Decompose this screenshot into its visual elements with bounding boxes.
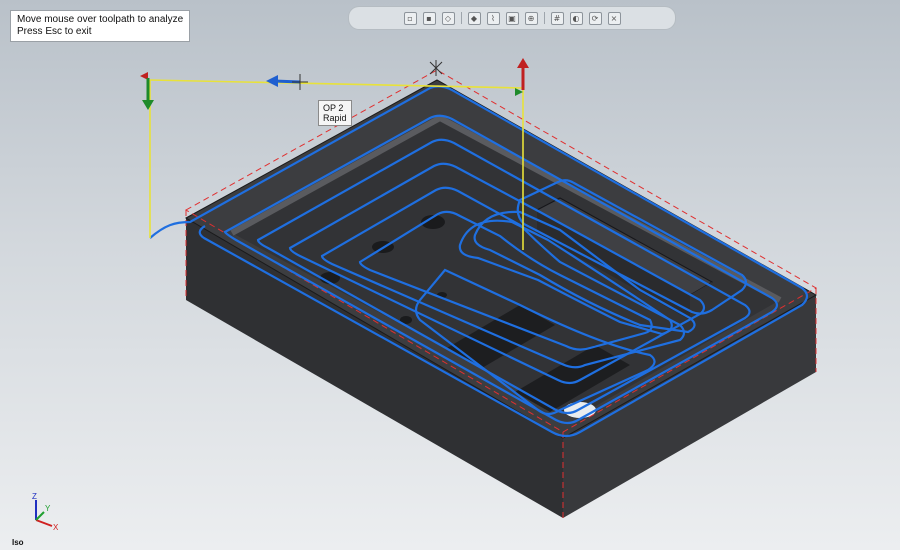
start-marker — [140, 72, 154, 110]
part-view — [140, 58, 818, 518]
y-axis — [35, 511, 45, 521]
origin-marker-icon — [429, 60, 443, 76]
direction-arrow-icon — [266, 74, 308, 90]
analyze-hint-box: Move mouse over toolpath to analyze Pres… — [10, 10, 191, 42]
toolbar-separator — [543, 12, 545, 24]
save-icon[interactable]: ▫ — [403, 11, 417, 25]
z-label: Z — [32, 492, 37, 501]
y-label: Y — [45, 504, 51, 513]
color-icon[interactable]: ◐ — [569, 11, 583, 25]
zoom-fit-icon[interactable]: ⊕ — [524, 11, 538, 25]
rapid-traverse[interactable] — [149, 79, 524, 89]
hint-line-2: Press Esc to exit — [17, 26, 92, 37]
view-name-label: Iso — [12, 538, 24, 547]
operation-tag: OP 2 Rapid — [318, 100, 352, 126]
toolbar-separator — [460, 12, 462, 24]
x-axis — [35, 519, 53, 527]
hint-line-1: Move mouse over toolpath to analyze — [17, 14, 184, 25]
graphics-viewport[interactable] — [0, 0, 900, 550]
operation-name: OP 2 — [323, 103, 344, 113]
axis-triad: Z Y X — [32, 492, 59, 532]
shaded-icon[interactable]: ◆ — [467, 11, 481, 25]
toolpath-icon[interactable]: ⌇ — [486, 11, 500, 25]
rotate-icon[interactable]: ⟳ — [588, 11, 602, 25]
close-icon[interactable]: × — [607, 11, 621, 25]
move-type: Rapid — [323, 113, 347, 123]
floating-toolbar: ▫ ▪ ◇ ◆ ⌇ ▣ ⊕ # ◐ ⟳ × — [348, 6, 676, 30]
end-marker — [515, 58, 529, 96]
wireframe-icon[interactable]: ◇ — [441, 11, 455, 25]
grid-icon[interactable]: # — [550, 11, 564, 25]
stock-icon[interactable]: ▣ — [505, 11, 519, 25]
layers-icon[interactable]: ▪ — [422, 11, 436, 25]
x-label: X — [53, 523, 59, 532]
